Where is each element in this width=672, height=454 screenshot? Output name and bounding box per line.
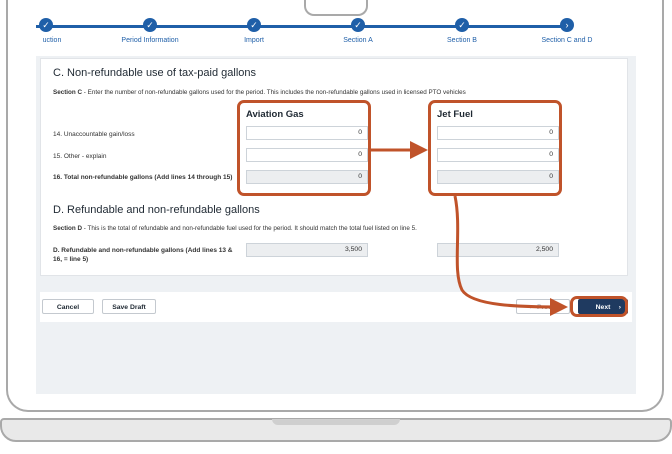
annotation-arrows [371,141,568,316]
laptop-camera-notch [304,0,368,16]
arrow-jet-to-next [453,195,568,316]
